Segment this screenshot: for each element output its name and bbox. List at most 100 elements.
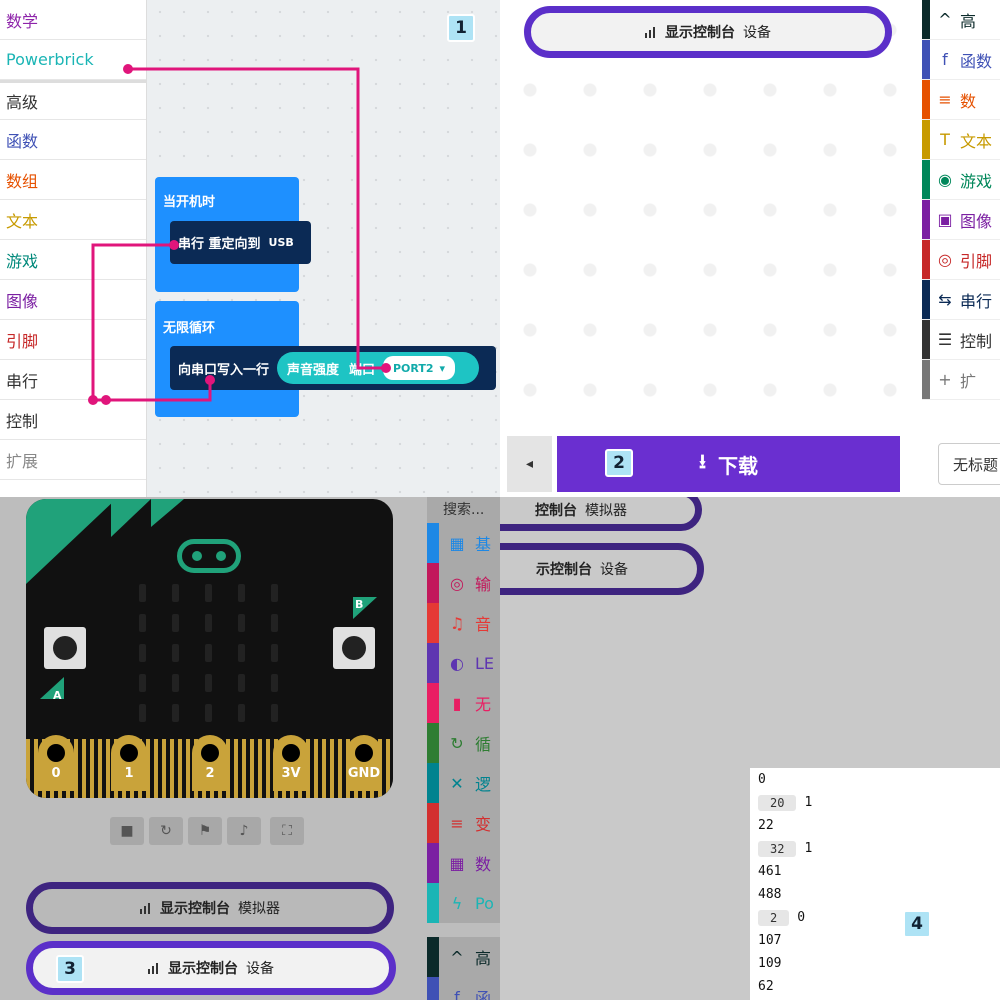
category-icon: ▮ <box>452 693 462 713</box>
toolbox-item[interactable]: ↻ 循 <box>427 723 500 763</box>
log-line: 0 <box>750 768 1000 791</box>
category-icon: ^ <box>450 947 464 967</box>
category-label: 函数 <box>960 51 993 71</box>
mute-icon[interactable]: ♪ <box>227 817 261 845</box>
toolbox-item[interactable]: ≡ 数 <box>922 80 1000 120</box>
toolbox-item[interactable]: + 扩 <box>922 360 1000 400</box>
led <box>172 644 179 662</box>
pin[interactable]: 2 <box>192 735 228 791</box>
led <box>205 644 212 662</box>
category-stripe <box>427 763 439 803</box>
pin[interactable]: GND <box>346 735 382 791</box>
blocks-editor-panel: 数学 Powerbrick 高级 函数 数组 文本 游戏 图像 引脚 串行 控制 扩展 1 当开机时 … <box>0 0 500 497</box>
show-console-device-button[interactable]: 显示控制台 设备 <box>524 6 892 58</box>
toolbox-item[interactable]: ▣ 图像 <box>922 200 1000 240</box>
log-line: 109 <box>750 952 1000 975</box>
category-icon: ◎ <box>450 573 464 593</box>
serial-output-log: 0 20 1 22 32 1 461 488 2 0 107 109 62 <box>750 768 1000 1000</box>
category-label: 引脚 <box>960 251 993 271</box>
category-stripe <box>427 937 439 977</box>
category-icon: T <box>940 130 950 149</box>
led <box>271 644 278 662</box>
button-b[interactable] <box>333 627 375 669</box>
toolbox-item[interactable]: ϟ Po <box>427 883 500 923</box>
category-stripe <box>427 883 439 923</box>
category-label: 函 <box>475 989 492 1000</box>
pin[interactable]: 0 <box>38 735 74 791</box>
arrow-dot <box>88 395 98 405</box>
toolbox-item[interactable]: ▦ 基 <box>427 523 500 563</box>
category-label: 音 <box>475 615 492 634</box>
led <box>172 614 179 632</box>
category-stripe <box>427 977 439 1000</box>
led <box>238 584 245 602</box>
toolbox-item[interactable]: ◐ LE <box>427 643 500 683</box>
toolbox-item[interactable]: ^ 高 <box>922 0 1000 40</box>
arrow-serial-write <box>106 380 212 402</box>
annotation-arrows <box>88 64 391 405</box>
category-icon: ^ <box>938 10 952 29</box>
category-stripe <box>427 563 439 603</box>
toolbox-item[interactable]: T 文本 <box>922 120 1000 160</box>
toolbox-item[interactable]: ◉ 游戏 <box>922 160 1000 200</box>
category-stripe <box>427 843 439 883</box>
arrow-dot <box>381 363 391 373</box>
toolbox-item[interactable]: f函 <box>427 977 500 1000</box>
log-value: 1 <box>804 841 813 856</box>
toolbox-item[interactable]: f 函数 <box>922 40 1000 80</box>
toolbox-item[interactable]: ⇆ 串行 <box>922 280 1000 320</box>
log-value: 62 <box>758 979 774 994</box>
category-label: 数 <box>960 91 977 111</box>
led <box>238 614 245 632</box>
toolbox-item[interactable]: ▮ 无 <box>427 683 500 723</box>
simulator-panel: A B 0 1 2 3V GND ■ ↻ ⚑ ♪ ⛶ 显示控制台 模拟器 显示控制台 设… <box>0 497 500 1000</box>
pin[interactable]: 1 <box>111 735 147 791</box>
repeat-count-badge: 20 <box>758 794 797 811</box>
category-label: 扩 <box>960 371 977 391</box>
fullscreen-icon[interactable]: ⛶ <box>270 817 304 845</box>
log-line: 461 <box>750 860 1000 883</box>
toolbox-item[interactable]: ☰ 控制 <box>922 320 1000 360</box>
toolbox-item[interactable]: ^ 高 <box>427 937 500 977</box>
category-icon: ◉ <box>938 170 952 189</box>
show-console-simulator-button[interactable]: 显示控制台 模拟器 <box>26 882 394 934</box>
toolbox-item[interactable]: ▦ 数 <box>427 843 500 883</box>
category-stripe <box>922 240 930 279</box>
slowmo-icon[interactable]: ⚑ <box>188 817 222 845</box>
category-stripe <box>922 40 930 79</box>
category-stripe <box>427 643 439 683</box>
project-name-input[interactable]: 无标题 <box>938 443 1000 485</box>
collapse-icon[interactable]: ◂ <box>507 436 552 492</box>
logo-icon <box>177 539 241 573</box>
search-input[interactable]: 搜索... <box>427 497 500 523</box>
category-stripe <box>922 160 930 199</box>
console-device-tab[interactable]: 示控制台 设备 <box>500 543 704 595</box>
toolbox-item[interactable]: ◎ 引脚 <box>922 240 1000 280</box>
category-stripe <box>922 200 930 239</box>
restart-icon[interactable]: ↻ <box>149 817 183 845</box>
led <box>139 704 146 722</box>
button-a-label: A <box>53 689 62 702</box>
led <box>139 614 146 632</box>
category-icon: ⇆ <box>938 290 952 309</box>
console-simulator-tab[interactable]: 控制台 模拟器 <box>500 497 702 531</box>
category-stripe <box>427 523 439 563</box>
stop-icon[interactable]: ■ <box>110 817 144 845</box>
log-value: 1 <box>804 795 813 810</box>
category-stripe <box>922 120 930 159</box>
pin[interactable]: 3V <box>273 735 309 791</box>
led <box>139 584 146 602</box>
button-a[interactable] <box>44 627 86 669</box>
toolbox-item[interactable]: ◎ 输 <box>427 563 500 603</box>
toolbox-item[interactable]: ≡ 变 <box>427 803 500 843</box>
log-line: 20 1 <box>750 791 1000 814</box>
led <box>238 644 245 662</box>
log-line: 107 <box>750 929 1000 952</box>
arrow-dot <box>169 240 179 250</box>
led <box>271 614 278 632</box>
led <box>238 704 245 722</box>
toolbox-item[interactable]: ♫ 音 <box>427 603 500 643</box>
log-line: 20 <box>750 906 1000 929</box>
toolbox-item[interactable]: ✕ 逻 <box>427 763 500 803</box>
category-stripe <box>922 280 930 319</box>
